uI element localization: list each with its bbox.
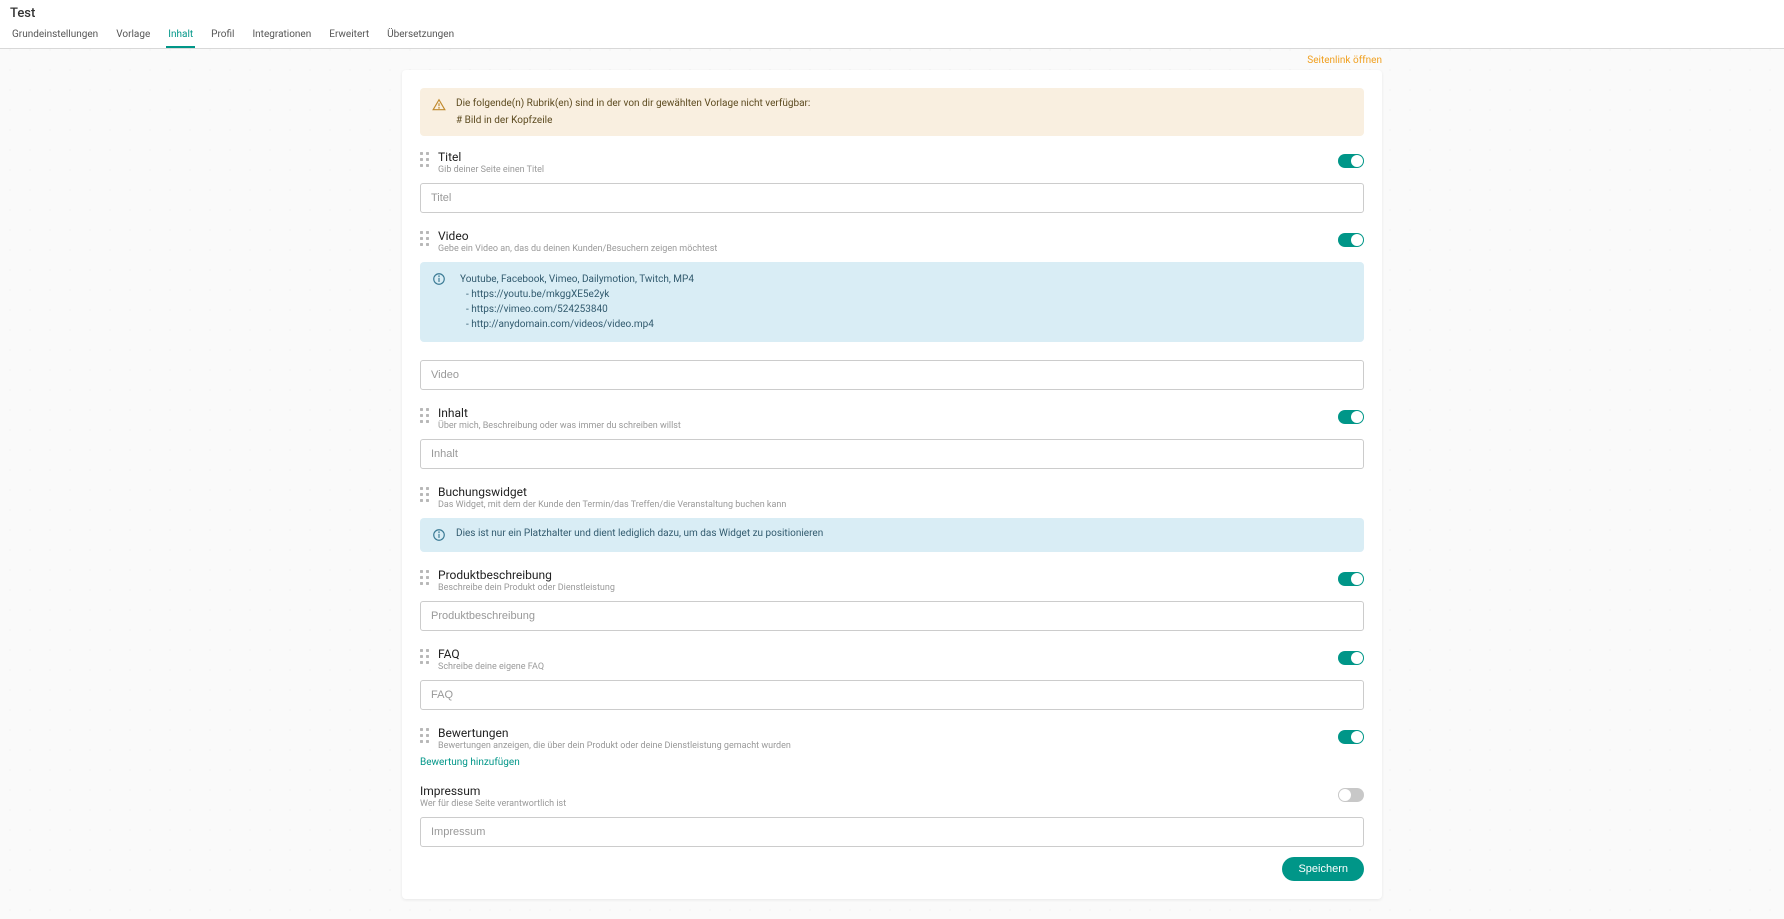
inhalt-input[interactable] <box>420 439 1364 469</box>
warning-line1: Die folgende(n) Rubrik(en) sind in der v… <box>456 98 810 109</box>
buchung-info-text: Dies ist nur ein Platzhalter und dient l… <box>456 528 823 542</box>
section-desc: Bewertungen anzeigen, die über dein Prod… <box>438 741 1332 751</box>
section-title: FAQ <box>438 647 1332 661</box>
video-input[interactable] <box>420 360 1364 390</box>
drag-handle-icon[interactable] <box>420 728 432 744</box>
section-title: Buchungswidget <box>438 485 1364 499</box>
toggle-inhalt[interactable] <box>1338 410 1364 424</box>
section-bewertungen: Bewertungen Bewertungen anzeigen, die üb… <box>420 726 1364 768</box>
warning-line2: # Bild in der Kopfzeile <box>456 115 810 126</box>
drag-handle-icon[interactable] <box>420 408 432 424</box>
info-icon <box>432 272 446 286</box>
section-faq: FAQ Schreibe deine eigene FAQ <box>420 647 1364 710</box>
section-video: Video Gebe ein Video an, das du deinen K… <box>420 229 1364 390</box>
add-review-link[interactable]: Bewertung hinzufügen <box>420 757 520 768</box>
section-produkt: Produktbeschreibung Beschreibe dein Prod… <box>420 568 1364 631</box>
section-desc: Das Widget, mit dem der Kunde den Termin… <box>438 500 1364 510</box>
section-inhalt: Inhalt Über mich, Beschreibung oder was … <box>420 406 1364 469</box>
tab-profil[interactable]: Profil <box>209 25 236 48</box>
section-impressum: Impressum Wer für diese Seite verantwort… <box>420 784 1364 847</box>
tab-erweitert[interactable]: Erweitert <box>327 25 371 48</box>
tab-grundeinstellungen[interactable]: Grundeinstellungen <box>10 25 100 48</box>
toggle-bewertungen[interactable] <box>1338 730 1364 744</box>
drag-handle-icon[interactable] <box>420 570 432 586</box>
toggle-titel[interactable] <box>1338 154 1364 168</box>
tab-integrationen[interactable]: Integrationen <box>250 25 313 48</box>
tab-uebersetzungen[interactable]: Übersetzungen <box>385 25 456 48</box>
toggle-impressum[interactable] <box>1338 788 1364 802</box>
tab-inhalt[interactable]: Inhalt <box>166 25 195 48</box>
section-titel: Titel Gib deiner Seite einen Titel <box>420 150 1364 213</box>
video-example-3: - http://anydomain.com/videos/video.mp4 <box>460 317 694 332</box>
drag-handle-icon[interactable] <box>420 487 432 503</box>
section-desc: Schreibe deine eigene FAQ <box>438 662 1332 672</box>
toggle-video[interactable] <box>1338 233 1364 247</box>
section-desc: Wer für diese Seite verantwortlich ist <box>420 799 1332 809</box>
drag-handle-icon[interactable] <box>420 152 432 168</box>
info-icon <box>432 528 446 542</box>
section-desc: Gebe ein Video an, das du deinen Kunden/… <box>438 244 1332 254</box>
warning-icon <box>432 98 446 112</box>
tab-vorlage[interactable]: Vorlage <box>114 25 152 48</box>
section-title: Bewertungen <box>438 726 1332 740</box>
section-desc: Gib deiner Seite einen Titel <box>438 165 1332 175</box>
section-buchung: Buchungswidget Das Widget, mit dem der K… <box>420 485 1364 552</box>
video-example-1: - https://youtu.be/mkggXE5e2yk <box>460 287 694 302</box>
header: Test Grundeinstellungen Vorlage Inhalt P… <box>0 0 1784 49</box>
faq-input[interactable] <box>420 680 1364 710</box>
section-desc: Beschreibe dein Produkt oder Dienstleist… <box>438 583 1332 593</box>
buchung-info: Dies ist nur ein Platzhalter und dient l… <box>420 518 1364 552</box>
impressum-input[interactable] <box>420 817 1364 847</box>
toggle-faq[interactable] <box>1338 651 1364 665</box>
save-button[interactable]: Speichern <box>1282 857 1364 881</box>
video-example-2: - https://vimeo.com/524253840 <box>460 302 694 317</box>
open-page-link[interactable]: Seitenlink öffnen <box>1307 55 1382 66</box>
produkt-input[interactable] <box>420 601 1364 631</box>
template-warning: Die folgende(n) Rubrik(en) sind in der v… <box>420 88 1364 136</box>
section-desc: Über mich, Beschreibung oder was immer d… <box>438 421 1332 431</box>
drag-handle-icon[interactable] <box>420 649 432 665</box>
titel-input[interactable] <box>420 183 1364 213</box>
page-title: Test <box>10 6 1774 21</box>
content-card: Die folgende(n) Rubrik(en) sind in der v… <box>402 70 1382 899</box>
section-title: Produktbeschreibung <box>438 568 1332 582</box>
tabs: Grundeinstellungen Vorlage Inhalt Profil… <box>10 25 1774 48</box>
section-title: Video <box>438 229 1332 243</box>
section-title: Titel <box>438 150 1332 164</box>
section-title: Inhalt <box>438 406 1332 420</box>
video-info-head: Youtube, Facebook, Vimeo, Dailymotion, T… <box>460 274 694 285</box>
toggle-produkt[interactable] <box>1338 572 1364 586</box>
section-title: Impressum <box>420 784 1332 798</box>
drag-handle-icon[interactable] <box>420 231 432 247</box>
video-info: Youtube, Facebook, Vimeo, Dailymotion, T… <box>420 262 1364 342</box>
